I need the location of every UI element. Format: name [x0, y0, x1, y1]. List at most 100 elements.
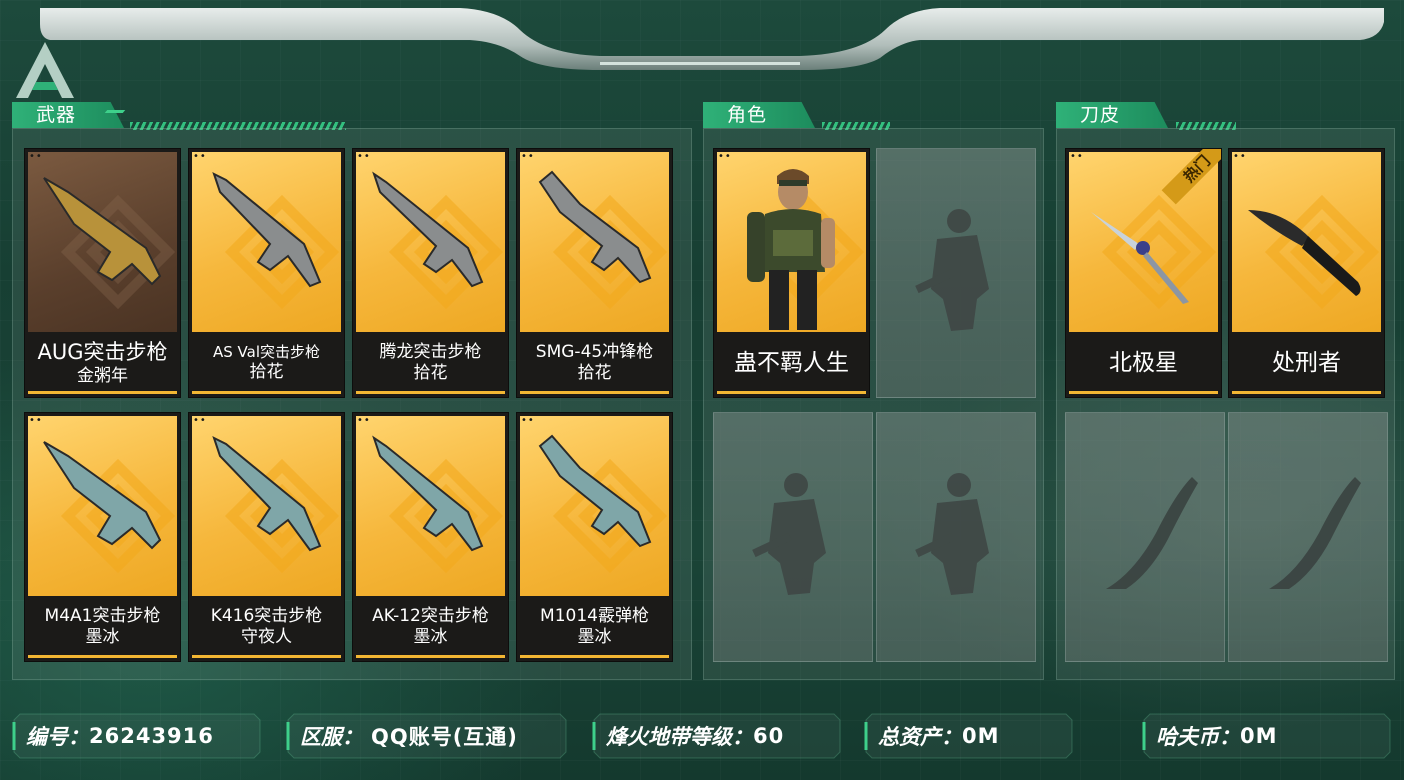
weapon-skin-text: 守夜人	[241, 627, 292, 647]
empty-knife-slot[interactable]	[1065, 412, 1225, 662]
weapon-card[interactable]: •• 腾龙突击步枪 拾花	[352, 148, 509, 398]
weapon-type-text: AK-12突击步枪	[372, 605, 489, 626]
rarity-underline	[717, 391, 866, 394]
weapon-type-text: SMG-45冲锋枪	[535, 341, 654, 362]
weapon-skin-text: 拾花	[577, 363, 612, 383]
rarity-dots: ••	[193, 151, 207, 162]
weapon-skin-text: 拾花	[249, 361, 284, 382]
weapon-card[interactable]: •• AUG突击步枪 金粥年	[24, 148, 181, 398]
tab-weapons[interactable]: 武器	[12, 102, 124, 128]
weapon-type-text: M4A1突击步枪	[44, 605, 161, 626]
haf-coins-label: 哈夫币：	[1156, 725, 1240, 749]
as-val-rifle-icon	[212, 172, 322, 288]
k416-rifle-icon	[212, 436, 322, 552]
weapon-name: M4A1突击步枪 墨冰	[25, 597, 180, 657]
tab-characters[interactable]: 角色	[703, 102, 815, 128]
rarity-underline	[28, 655, 177, 658]
weapon-type-text: 腾龙突击步枪	[379, 341, 482, 362]
tab-knife-skins-label: 刀皮	[1080, 104, 1121, 126]
empty-character-slot[interactable]	[713, 412, 873, 662]
empty-character-slot[interactable]	[876, 412, 1036, 662]
weapon-name: SMG-45冲锋枪 拾花	[517, 333, 672, 393]
soldier-silhouette-icon	[915, 473, 989, 595]
knife-name: 北极星	[1066, 333, 1221, 393]
weapon-card[interactable]: •• M1014霰弹枪 墨冰	[516, 412, 673, 662]
tab-characters-label: 角色	[727, 104, 768, 126]
weapon-art	[520, 152, 669, 332]
weapon-name: 腾龙突击步枪 拾花	[353, 333, 508, 393]
weapon-card[interactable]: •• AK-12突击步枪 墨冰	[352, 412, 509, 662]
total-assets-value: 0M	[962, 724, 1000, 748]
rarity-dots: ••	[1070, 151, 1084, 162]
rarity-dots: ••	[718, 151, 732, 162]
rarity-underline	[192, 391, 341, 394]
knife-name-text: 北极星	[1109, 349, 1178, 376]
empty-knife-slot[interactable]	[1228, 412, 1388, 662]
weapon-card[interactable]: •• AS Val突击步枪 拾花	[188, 148, 345, 398]
character-name-text: 蛊不羁人生	[734, 349, 849, 376]
operator-portrait-icon	[747, 169, 835, 330]
weapon-type-text: M1014霰弹枪	[540, 605, 649, 626]
weapon-art	[356, 416, 505, 596]
smg45-icon	[538, 170, 652, 284]
rarity-underline	[520, 391, 669, 394]
weapon-skin-text: 拾花	[413, 363, 448, 383]
total-assets-label: 总资产：	[878, 725, 962, 749]
knife-name: 处刑者	[1229, 333, 1384, 393]
character-card[interactable]: •• 蛊不羁人生	[713, 148, 870, 398]
account-id-label: 编号：	[26, 725, 89, 749]
rarity-dots: ••	[193, 415, 207, 426]
weapon-card[interactable]: •• M4A1突击步枪 墨冰	[24, 412, 181, 662]
tab-knife-skins[interactable]: 刀皮	[1056, 102, 1168, 128]
aug-rifle-icon	[43, 177, 162, 286]
weapon-type-text: AS Val突击步枪	[212, 343, 320, 361]
weapon-card[interactable]: •• K416突击步枪 守夜人	[188, 412, 345, 662]
m4a1-rifle-icon	[43, 441, 162, 550]
knife-card[interactable]: •• 处刑者	[1228, 148, 1385, 398]
info-account-id: 编号： 26243916	[12, 712, 262, 760]
rarity-dots: ••	[357, 151, 371, 162]
empty-character-slot[interactable]	[876, 148, 1036, 398]
rarity-underline	[356, 391, 505, 394]
knife-silhouette-icon	[1269, 477, 1361, 589]
rarity-dots: ••	[521, 151, 535, 162]
weapon-art	[192, 416, 341, 596]
rarity-underline	[1069, 391, 1218, 394]
tab-decoration	[104, 110, 126, 113]
weapon-art	[520, 416, 669, 596]
level-value: 60	[753, 724, 785, 748]
info-haf-coins: 哈夫币： 0M	[1142, 712, 1392, 760]
weapon-name: AS Val突击步枪 拾花	[189, 333, 344, 393]
rarity-underline	[28, 391, 177, 394]
rarity-underline	[1232, 391, 1381, 394]
weapon-card[interactable]: •• SMG-45冲锋枪 拾花	[516, 148, 673, 398]
top-frame	[40, 8, 1384, 70]
m1014-shotgun-icon	[538, 434, 652, 548]
weapon-name: AK-12突击步枪 墨冰	[353, 597, 508, 657]
knife-card[interactable]: 热门 •• 北极星	[1065, 148, 1222, 398]
soldier-silhouette-icon	[752, 473, 826, 595]
ak12-rifle-icon	[372, 435, 484, 552]
knife-art	[1232, 152, 1381, 332]
rarity-dots: ••	[1233, 151, 1247, 162]
server-label: 区服：	[300, 725, 363, 749]
tenglong-rifle-icon	[372, 171, 484, 288]
weapon-name: M1014霰弹枪 墨冰	[517, 597, 672, 657]
level-label: 烽火地带等级：	[606, 725, 753, 749]
weapon-skin-text: 墨冰	[85, 627, 120, 647]
account-id-value: 26243916	[89, 724, 214, 748]
weapon-art	[28, 416, 177, 596]
tab-weapons-label: 武器	[36, 104, 77, 126]
soldier-silhouette-icon	[915, 209, 989, 331]
haf-coins-value: 0M	[1240, 724, 1278, 748]
rarity-dots: ••	[357, 415, 371, 426]
rarity-underline	[520, 655, 669, 658]
weapon-name: AUG突击步枪 金粥年	[25, 333, 180, 393]
executioner-knife-icon	[1248, 210, 1361, 296]
info-server: 区服： QQ账号(互通)	[286, 712, 568, 760]
knife-name-text: 处刑者	[1272, 349, 1341, 376]
weapon-name: K416突击步枪 守夜人	[189, 597, 344, 657]
weapon-skin-text: 墨冰	[413, 627, 448, 647]
weapon-type-text: AUG突击步枪	[37, 340, 168, 365]
character-art	[717, 152, 866, 332]
